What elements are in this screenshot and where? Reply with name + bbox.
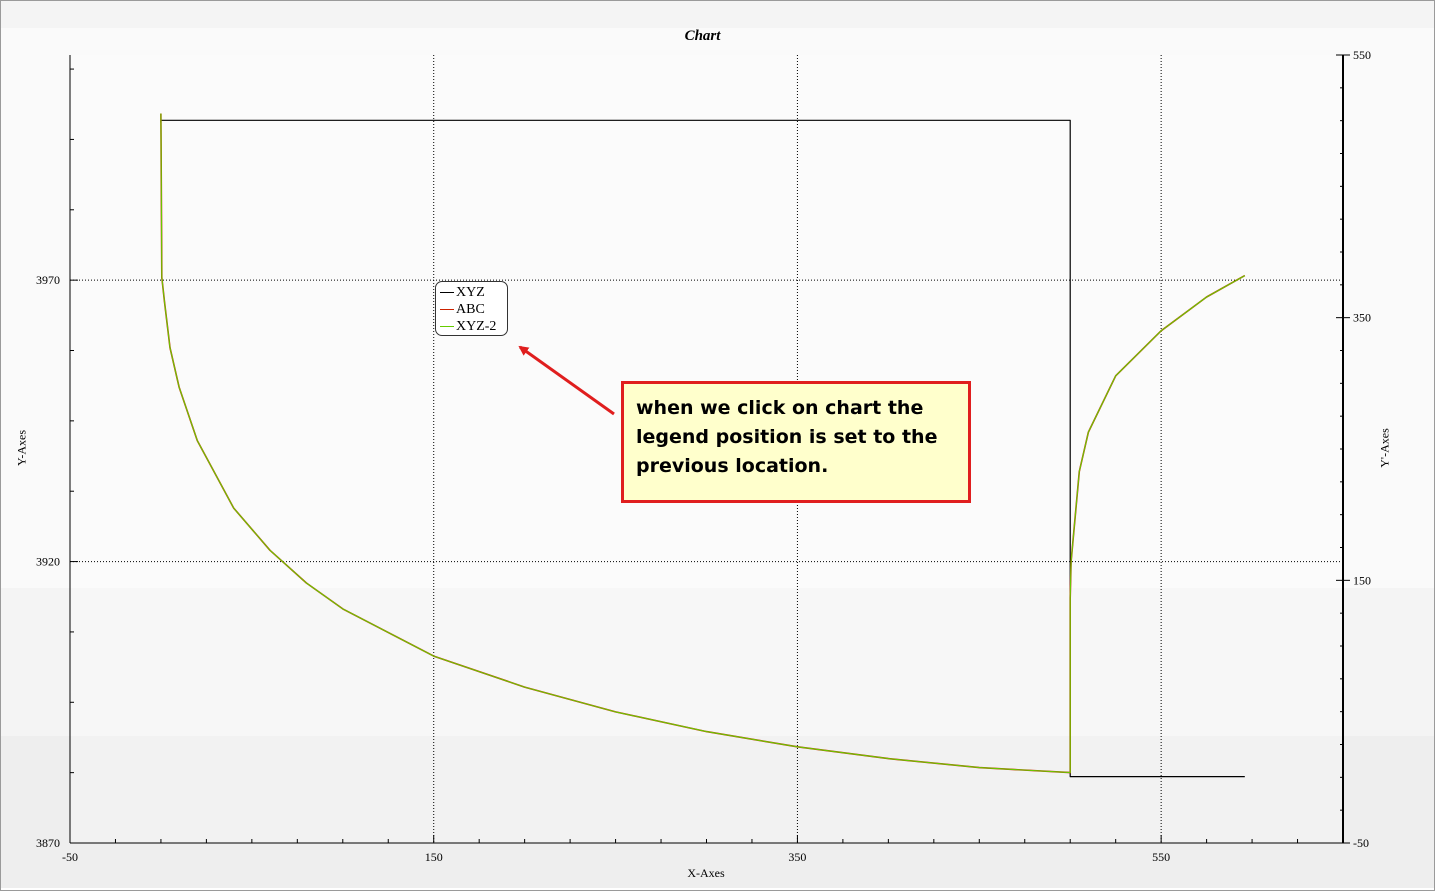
legend[interactable]: XYZ ABC XYZ-2 (435, 281, 508, 336)
x-tick-label: 350 (788, 850, 806, 864)
y2-tick-label: 350 (1353, 311, 1371, 325)
x-tick-label: 150 (425, 850, 443, 864)
callout-line-1: when we click on chart the (636, 397, 924, 419)
y-axis-title: Y-Axes (14, 430, 29, 466)
x-tick-label: 550 (1152, 850, 1170, 864)
legend-item-xyz-2[interactable]: XYZ-2 (436, 318, 507, 335)
legend-swatch-xyz (440, 292, 454, 293)
chart-title: Chart (684, 28, 721, 44)
legend-label-xyz-2: XYZ-2 (456, 319, 497, 334)
legend-label-abc: ABC (456, 302, 485, 317)
y2-axis-title: Y'-Axes (1377, 428, 1392, 468)
chart-window[interactable]: -50 150 350 550 3870 3920 3970 -50 150 350 550 Cha… (0, 0, 1435, 891)
legend-swatch-xyz-2 (440, 326, 454, 327)
legend-item-abc[interactable]: ABC (436, 301, 507, 318)
y-tick-label: 3870 (36, 836, 60, 850)
y2-tick-label: 550 (1353, 48, 1371, 62)
legend-label-xyz: XYZ (456, 285, 485, 300)
y2-tick-label: 150 (1353, 573, 1371, 587)
y-tick-label: 3970 (36, 273, 60, 287)
callout-line-2: legend position is set to the (636, 426, 938, 448)
y2-tick-label: -50 (1353, 836, 1369, 850)
x-axis-title: X-Axes (687, 866, 725, 880)
y-tick-label: 3920 (36, 555, 60, 569)
callout-line-3: previous location. (636, 455, 829, 477)
annotation-callout: when we click on chart the legend positi… (621, 381, 971, 503)
legend-item-xyz[interactable]: XYZ (436, 284, 507, 301)
legend-swatch-abc (440, 309, 454, 310)
x-tick-label: -50 (62, 850, 78, 864)
